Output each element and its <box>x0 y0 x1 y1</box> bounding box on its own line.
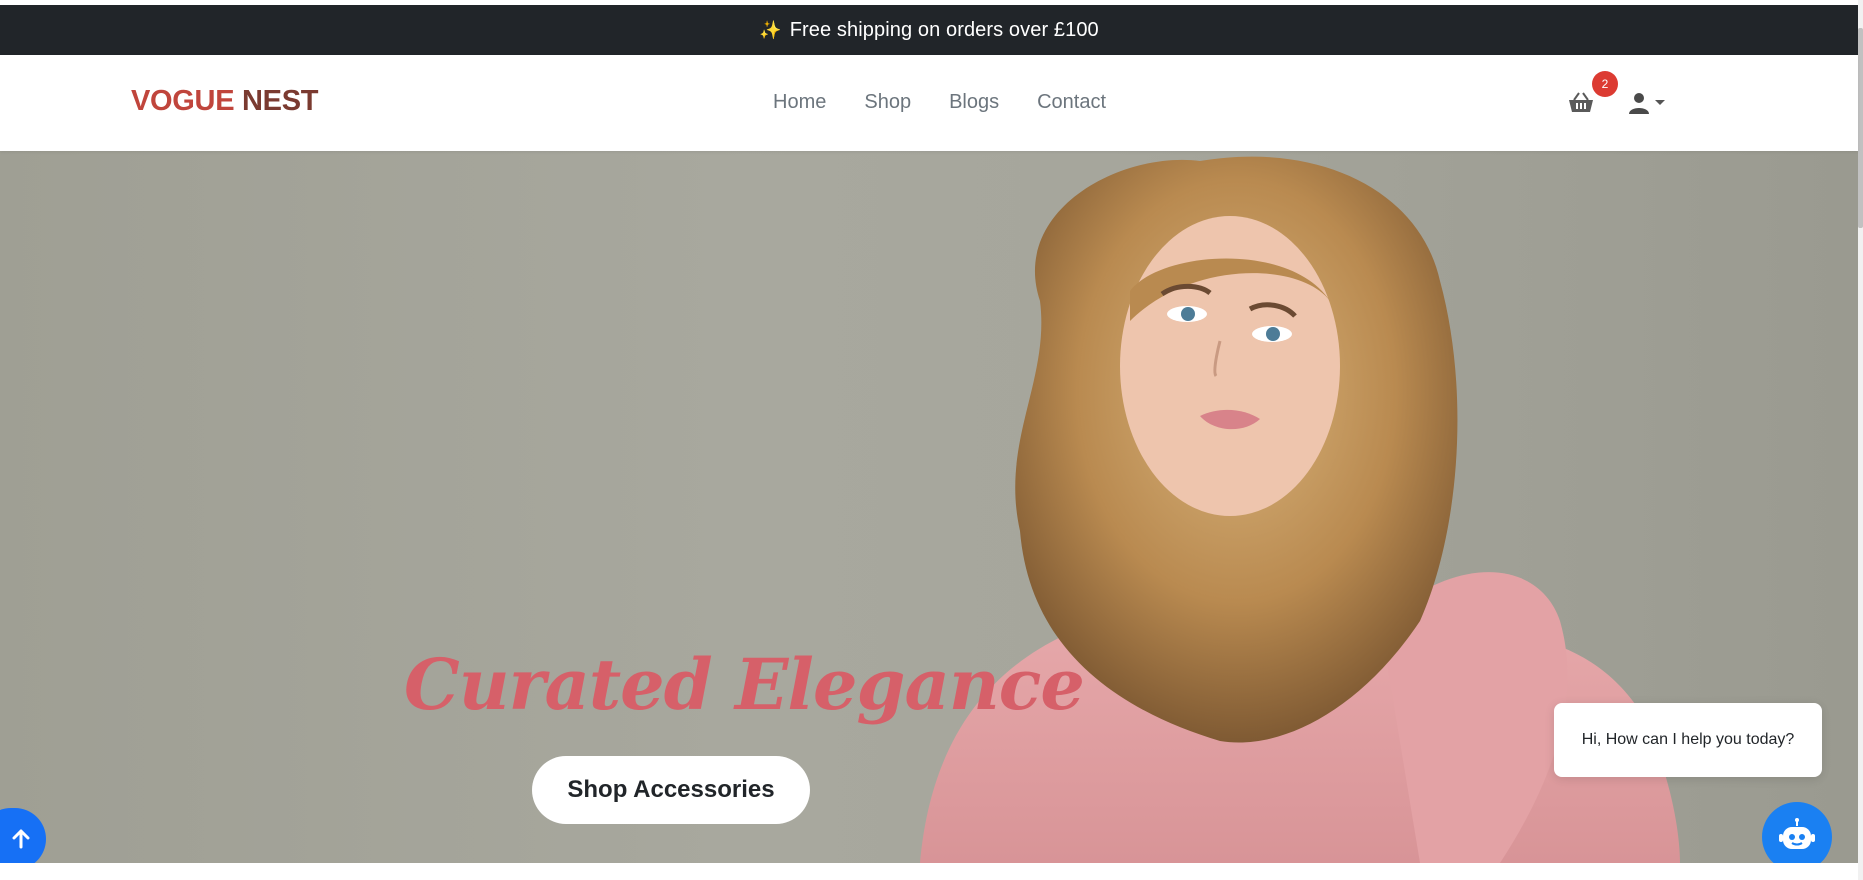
scrollbar-thumb[interactable] <box>1858 28 1863 228</box>
brand-part-1: VOGUE <box>131 85 235 117</box>
chevron-down-icon[interactable] <box>1655 100 1665 105</box>
main-nav: Home Shop Blogs Contact <box>773 91 1106 114</box>
arrow-up-icon <box>12 829 30 849</box>
navbar: VOGUE NEST Home Shop Blogs Contact 2 <box>0 55 1858 151</box>
chat-greeting-bubble[interactable]: Hi, How can I help you today? <box>1554 703 1822 777</box>
nav-shop[interactable]: Shop <box>864 91 911 114</box>
chatbot-button[interactable] <box>1762 802 1832 872</box>
page-scrollbar[interactable] <box>1858 0 1863 880</box>
hero-title: Curated Elegance <box>404 643 1085 726</box>
nav-home[interactable]: Home <box>773 91 826 114</box>
brand-logo[interactable]: VOGUE NEST <box>131 85 318 118</box>
chat-greeting-text: Hi, How can I help you today? <box>1581 731 1795 748</box>
shop-accessories-button[interactable]: Shop Accessories <box>532 756 810 824</box>
announcement-text: Free shipping on orders over £100 <box>789 18 1099 41</box>
cart-count-badge: 2 <box>1592 71 1618 97</box>
basket-icon[interactable] <box>1568 92 1594 114</box>
nav-blogs[interactable]: Blogs <box>949 91 999 114</box>
chatbot-icon <box>1779 818 1815 849</box>
content-below-fold <box>0 863 1858 880</box>
nav-contact[interactable]: Contact <box>1037 91 1106 114</box>
user-icon[interactable] <box>1628 92 1650 114</box>
sparkles-icon: ✨ <box>759 19 782 40</box>
brand-part-2: NEST <box>242 85 319 117</box>
announcement-bar: ✨ Free shipping on orders over £100 <box>0 5 1858 55</box>
